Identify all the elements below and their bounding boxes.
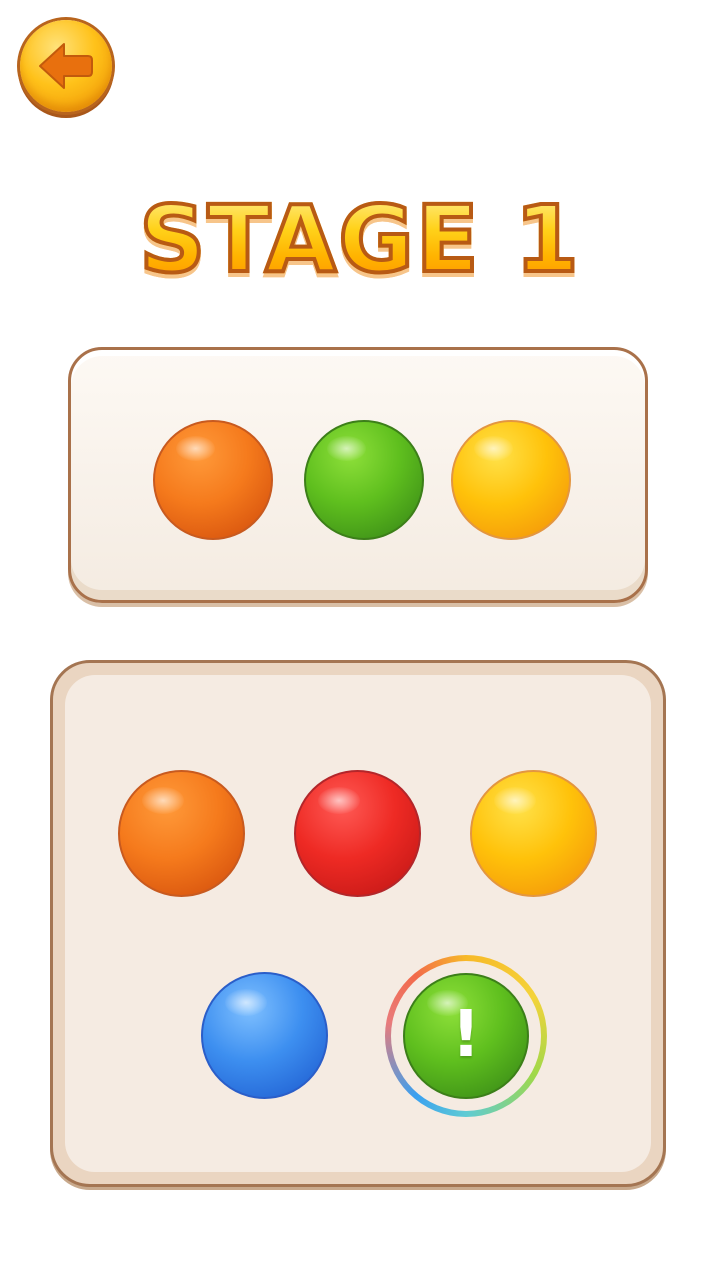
back-arrow-icon <box>39 43 93 89</box>
choice-ball-red[interactable] <box>294 770 421 897</box>
choice-ball-yellow[interactable] <box>470 770 597 897</box>
choice-ball-green-hint[interactable]: ! <box>403 973 529 1099</box>
back-button[interactable] <box>20 20 112 112</box>
target-ball-green <box>304 420 424 540</box>
choice-board <box>50 660 666 1187</box>
hint-ring[interactable]: ! <box>385 955 547 1117</box>
target-ball-orange <box>153 420 273 540</box>
target-ball-yellow <box>451 420 571 540</box>
exclamation-icon: ! <box>451 998 481 1072</box>
hint-ring-inner: ! <box>391 961 541 1111</box>
stage-title: STAGE 1 <box>0 184 720 295</box>
choice-board-inner <box>65 675 651 1172</box>
choice-ball-orange[interactable] <box>118 770 245 897</box>
choice-ball-blue[interactable] <box>201 972 328 1099</box>
target-sequence-panel <box>68 347 648 603</box>
